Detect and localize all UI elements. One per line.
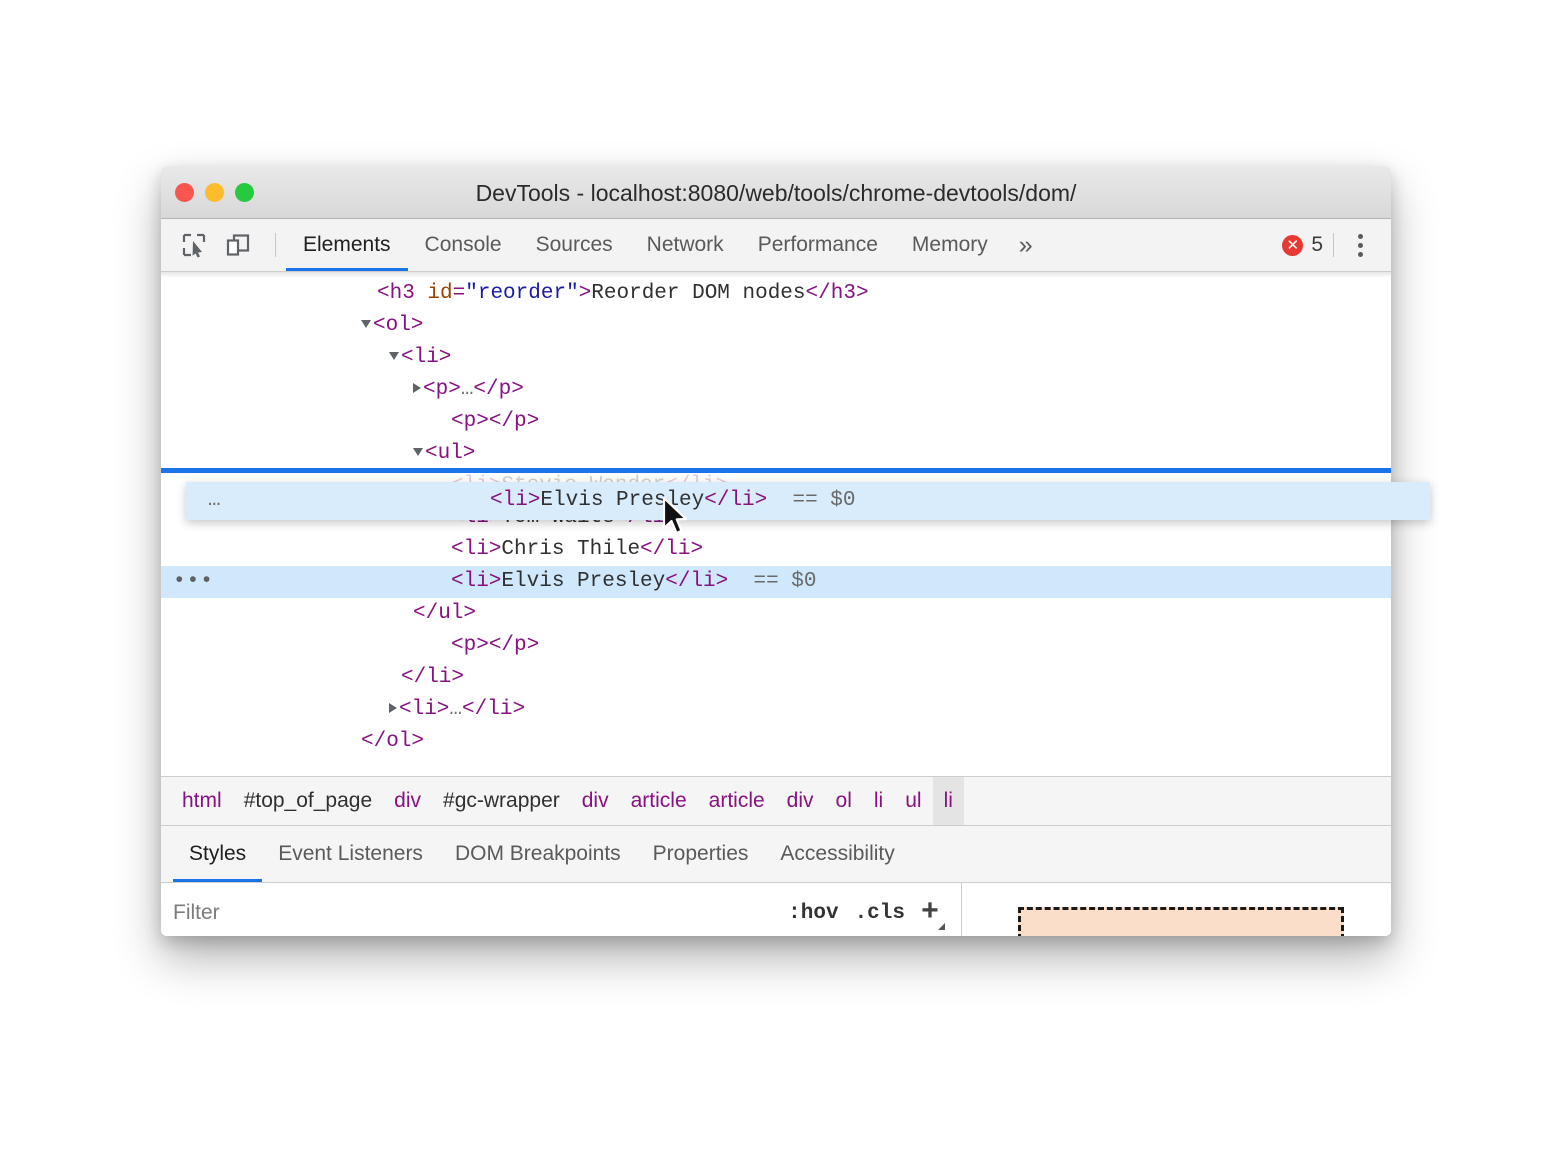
- breadcrumb[interactable]: html#top_of_pagediv#gc-wrapperdivarticle…: [161, 777, 1391, 826]
- error-count-badge[interactable]: ✕ 5: [1282, 233, 1323, 257]
- sidebar-tab-properties[interactable]: Properties: [637, 826, 765, 882]
- dom-row-markup: </ol>: [361, 726, 424, 758]
- inspect-element-icon[interactable]: [177, 228, 211, 262]
- sidebar-tab-styles[interactable]: Styles: [173, 826, 262, 882]
- tab-sources[interactable]: Sources: [519, 219, 630, 271]
- breadcrumb-item-article[interactable]: article: [698, 777, 776, 825]
- error-circle-icon: ✕: [1282, 235, 1303, 256]
- breadcrumb-item-ol[interactable]: ol: [825, 777, 863, 825]
- breadcrumb-item-div[interactable]: div: [571, 777, 620, 825]
- dom-row-markup: <ol>: [361, 310, 423, 342]
- styles-pane: :hov .cls +: [161, 883, 1391, 936]
- tab-elements[interactable]: Elements: [286, 219, 408, 271]
- dom-row-markup: </ul>: [413, 598, 476, 630]
- breadcrumb-item-article[interactable]: article: [620, 777, 698, 825]
- kebab-menu-icon[interactable]: [1344, 234, 1377, 257]
- dom-tree-row[interactable]: <h3 id="reorder">Reorder DOM nodes</h3>: [161, 278, 1391, 310]
- styles-filter-row: :hov .cls +: [161, 883, 962, 936]
- dom-tree-row[interactable]: ••• <li>Elvis Presley</li> == $0: [161, 566, 1391, 598]
- dom-row-markup: </li>: [401, 662, 464, 694]
- sidebar-tabs[interactable]: StylesEvent ListenersDOM BreakpointsProp…: [161, 826, 1391, 883]
- dom-tree-row[interactable]: <ol>: [161, 310, 1391, 342]
- styles-toggles: :hov .cls +: [788, 898, 961, 928]
- dom-tree-row[interactable]: </ul>: [161, 598, 1391, 630]
- toolbar-right-group: ✕ 5: [1282, 233, 1391, 257]
- dom-row-markup: <p></p>: [451, 630, 539, 662]
- dom-tree-row[interactable]: </ol>: [161, 726, 1391, 758]
- sidebar-tab-accessibility[interactable]: Accessibility: [764, 826, 910, 882]
- sidebar-tab-event-listeners[interactable]: Event Listeners: [262, 826, 439, 882]
- dom-tree-row[interactable]: <li>Chris Thile</li>: [161, 534, 1391, 566]
- dom-tree-panel[interactable]: <ol> … </ol> <h3 id="reorder">Reorder DOM n…: [161, 272, 1391, 777]
- tab-console[interactable]: Console: [408, 219, 519, 271]
- drag-ghost-dots: …: [208, 482, 222, 520]
- more-tabs-icon[interactable]: »: [1005, 219, 1047, 271]
- dom-tree-row[interactable]: <p></p>: [161, 406, 1391, 438]
- cls-toggle-button[interactable]: .cls: [855, 902, 905, 925]
- breadcrumb-item-li[interactable]: li: [933, 777, 964, 825]
- breadcrumb-item-gc-wrapper[interactable]: #gc-wrapper: [432, 777, 571, 825]
- breadcrumb-item-html[interactable]: html: [171, 777, 233, 825]
- tab-network[interactable]: Network: [630, 219, 741, 271]
- dom-row-markup: <li>Elvis Presley</li> == $0: [451, 566, 816, 598]
- dom-tree-row[interactable]: </li>: [161, 662, 1391, 694]
- dom-tree-row[interactable]: <li>…</li>: [161, 694, 1391, 726]
- box-model-area: [962, 883, 1391, 936]
- plus-icon[interactable]: +: [921, 898, 945, 928]
- error-count-label: 5: [1311, 233, 1323, 257]
- dom-tree-row[interactable]: <li>: [161, 342, 1391, 374]
- breadcrumb-item-topofpage[interactable]: #top_of_page: [233, 777, 383, 825]
- dom-row-markup: <p>…</p>: [413, 374, 524, 406]
- dom-row-markup: <p></p>: [451, 406, 539, 438]
- toolbar-icon-group: [161, 228, 286, 262]
- dom-tree-row[interactable]: <p>…</p>: [161, 374, 1391, 406]
- window-title: DevTools - localhost:8080/web/tools/chro…: [161, 180, 1391, 207]
- window-titlebar: DevTools - localhost:8080/web/tools/chro…: [161, 166, 1391, 219]
- dom-row-markup: <li>: [389, 342, 451, 374]
- breadcrumb-item-div[interactable]: div: [776, 777, 825, 825]
- dom-row-markup: <ul>: [413, 438, 475, 470]
- breadcrumb-item-li[interactable]: li: [863, 777, 894, 825]
- devtools-toolbar: Elements Console Sources Network Perform…: [161, 219, 1391, 272]
- toolbar-divider: [275, 233, 276, 257]
- collapsed-children-badge[interactable]: •••: [173, 566, 214, 598]
- breadcrumb-item-ul[interactable]: ul: [894, 777, 932, 825]
- drag-ghost-text: <li>Elvis Presley</li> == $0: [490, 482, 855, 520]
- drag-ghost-row: … <li>Elvis Presley</li> == $0: [186, 482, 1430, 520]
- device-toolbar-icon[interactable]: [221, 228, 255, 262]
- tab-memory[interactable]: Memory: [895, 219, 1005, 271]
- dom-tree-row[interactable]: <ul>: [161, 438, 1391, 470]
- breadcrumb-item-div[interactable]: div: [383, 777, 432, 825]
- styles-filter-input[interactable]: [161, 891, 788, 935]
- toolbar-divider-right: [1333, 233, 1334, 257]
- sidebar-tab-dom-breakpoints[interactable]: DOM Breakpoints: [439, 826, 637, 882]
- dom-tree-row[interactable]: <p></p>: [161, 630, 1391, 662]
- box-model-diagram[interactable]: [1018, 907, 1344, 936]
- devtools-window: DevTools - localhost:8080/web/tools/chro…: [161, 166, 1391, 936]
- dom-row-markup: <li>…</li>: [389, 694, 525, 726]
- dom-row-markup: <li>Chris Thile</li>: [451, 534, 703, 566]
- panel-tabs: Elements Console Sources Network Perform…: [286, 219, 1047, 271]
- drop-indicator-line: [161, 468, 1391, 473]
- hov-toggle-button[interactable]: :hov: [788, 902, 838, 925]
- tab-performance[interactable]: Performance: [741, 219, 895, 271]
- dom-row-markup: <h3 id="reorder">Reorder DOM nodes</h3>: [377, 278, 869, 310]
